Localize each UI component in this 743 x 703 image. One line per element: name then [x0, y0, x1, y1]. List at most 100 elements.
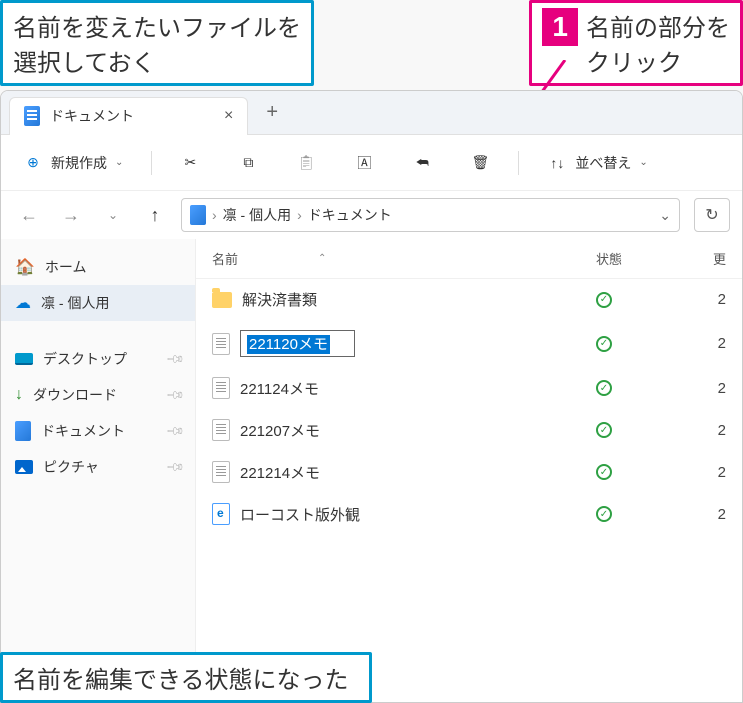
column-label: 名前: [212, 249, 238, 268]
synced-icon: [596, 292, 612, 308]
chevron-down-icon: ⌄: [115, 157, 123, 168]
column-label: 更: [713, 252, 726, 267]
callout-text: 選択しておく: [13, 43, 301, 78]
home-icon: 🏠: [15, 257, 35, 277]
column-label: 状態: [596, 252, 622, 267]
list-header: 名前 ⌃ 状態 更: [196, 239, 742, 279]
file-date: 2: [696, 335, 726, 352]
pin-icon[interactable]: 📌︎: [165, 457, 186, 478]
list-row-folder[interactable]: 解決済書類 2: [196, 279, 742, 320]
chevron-down-icon: ⌄: [639, 157, 647, 168]
file-date: 2: [696, 464, 726, 481]
copy-button[interactable]: ⧉: [228, 147, 268, 179]
synced-icon: [596, 464, 612, 480]
sidebar-item-desktop[interactable]: デスクトップ 📌︎: [1, 341, 195, 377]
plus-circle-icon: ⊕: [23, 153, 43, 173]
breadcrumb[interactable]: › 凛 - 個人用 › ドキュメント ⌄: [181, 198, 680, 232]
file-date: 2: [696, 380, 726, 397]
sidebar-label: ドキュメント: [41, 421, 125, 441]
document-icon: [15, 421, 31, 441]
column-modified[interactable]: 更: [696, 249, 726, 268]
text-file-icon: [212, 377, 230, 399]
pin-icon[interactable]: 📌︎: [165, 349, 186, 370]
scissors-icon: ✂: [180, 153, 200, 173]
callout-select-file: 名前を変えたいファイルを 選択しておく: [0, 0, 314, 86]
file-date: 2: [696, 291, 726, 308]
file-explorer-window: ドキュメント × + ⊕ 新規作成 ⌄ ✂ ⧉ 📋︎ 🄰 ⮪ 🗑︎ ↑↓ 並べ替…: [0, 90, 743, 703]
refresh-button[interactable]: ↻: [694, 198, 730, 232]
nav-row: ← → ⌄ ↑ › 凛 - 個人用 › ドキュメント ⌄ ↻: [1, 191, 742, 239]
paste-button[interactable]: 📋︎: [286, 147, 326, 179]
sidebar-item-documents[interactable]: ドキュメント 📌︎: [1, 413, 195, 449]
breadcrumb-item[interactable]: 凛 - 個人用: [223, 205, 291, 225]
rename-button[interactable]: 🄰: [344, 147, 384, 179]
sort-button[interactable]: ↑↓ 並べ替え ⌄: [537, 147, 657, 179]
sidebar-label: ホーム: [45, 257, 87, 277]
document-icon: [24, 106, 40, 126]
file-name: 解決済書類: [242, 289, 317, 310]
chevron-down-icon[interactable]: ⌄: [659, 207, 671, 224]
rename-input[interactable]: 221120メモ: [240, 330, 355, 357]
list-row[interactable]: 221124メモ 2: [196, 367, 742, 409]
chevron-right-icon: ›: [212, 207, 217, 223]
clipboard-icon: 📋︎: [296, 153, 316, 173]
tab-documents[interactable]: ドキュメント ×: [9, 97, 248, 135]
file-date: 2: [696, 506, 726, 523]
list-row[interactable]: 221214メモ 2: [196, 451, 742, 493]
callout-step-number: 1: [542, 8, 578, 46]
synced-icon: [596, 336, 612, 352]
file-name: 221214メモ: [240, 462, 320, 483]
new-tab-button[interactable]: +: [266, 101, 278, 124]
file-list: 名前 ⌃ 状態 更 解決済書類 2: [196, 239, 742, 702]
new-label: 新規作成: [51, 153, 107, 173]
text-file-icon: [212, 333, 230, 355]
file-date: 2: [696, 422, 726, 439]
file-name: 221124メモ: [240, 378, 319, 399]
sidebar: 🏠 ホーム ☁ 凛 - 個人用 デスクトップ 📌︎ ↓ ダウンロード 📌︎ ドキ…: [1, 239, 196, 702]
copy-icon: ⧉: [238, 153, 258, 173]
download-icon: ↓: [15, 386, 23, 404]
share-button[interactable]: ⮪: [402, 147, 442, 179]
sidebar-item-personal[interactable]: ☁ 凛 - 個人用: [1, 285, 195, 321]
cut-button[interactable]: ✂: [170, 147, 210, 179]
list-row[interactable]: 221207メモ 2: [196, 409, 742, 451]
callout-text: クリック: [586, 43, 730, 78]
delete-button[interactable]: 🗑︎: [460, 147, 500, 179]
toolbar: ⊕ 新規作成 ⌄ ✂ ⧉ 📋︎ 🄰 ⮪ 🗑︎ ↑↓ 並べ替え ⌄: [1, 135, 742, 191]
share-icon: ⮪: [412, 153, 432, 173]
callout-text: 名前を変えたいファイルを: [13, 8, 301, 43]
divider: [518, 151, 519, 175]
column-status[interactable]: 状態: [596, 249, 696, 268]
list-row-editing[interactable]: 221120メモ 2: [196, 320, 742, 367]
pin-icon[interactable]: 📌︎: [165, 421, 186, 442]
back-button[interactable]: ←: [13, 199, 45, 231]
sidebar-item-pictures[interactable]: ピクチャ 📌︎: [1, 449, 195, 485]
file-name: ローコスト版外観: [240, 504, 360, 525]
synced-icon: [596, 506, 612, 522]
divider: [151, 151, 152, 175]
html-file-icon: [212, 503, 230, 525]
close-tab-icon[interactable]: ×: [224, 107, 233, 125]
sidebar-label: 凛 - 個人用: [41, 293, 109, 313]
sidebar-label: ピクチャ: [43, 457, 99, 477]
folder-icon: [212, 292, 232, 308]
list-row[interactable]: ローコスト版外観 2: [196, 493, 742, 535]
sidebar-item-downloads[interactable]: ↓ ダウンロード 📌︎: [1, 377, 195, 413]
trash-icon: 🗑︎: [470, 153, 490, 173]
sort-label: 並べ替え: [575, 153, 631, 173]
recent-dropdown[interactable]: ⌄: [97, 199, 129, 231]
sidebar-item-home[interactable]: 🏠 ホーム: [1, 249, 195, 285]
sidebar-label: デスクトップ: [43, 349, 127, 369]
forward-button[interactable]: →: [55, 199, 87, 231]
tab-title: ドキュメント: [50, 106, 134, 126]
breadcrumb-item[interactable]: ドキュメント: [308, 205, 392, 225]
callout-text: 名前を編集できる状態になった: [13, 667, 349, 694]
sidebar-label: ダウンロード: [33, 385, 117, 405]
new-button[interactable]: ⊕ 新規作成 ⌄: [13, 147, 133, 179]
callout-editable-state: 名前を編集できる状態になった: [0, 652, 372, 703]
column-name[interactable]: 名前 ⌃: [212, 249, 596, 268]
text-file-icon: [212, 461, 230, 483]
up-button[interactable]: ↑: [139, 199, 171, 231]
pin-icon[interactable]: 📌︎: [165, 385, 186, 406]
content-area: 🏠 ホーム ☁ 凛 - 個人用 デスクトップ 📌︎ ↓ ダウンロード 📌︎ ドキ…: [1, 239, 742, 702]
